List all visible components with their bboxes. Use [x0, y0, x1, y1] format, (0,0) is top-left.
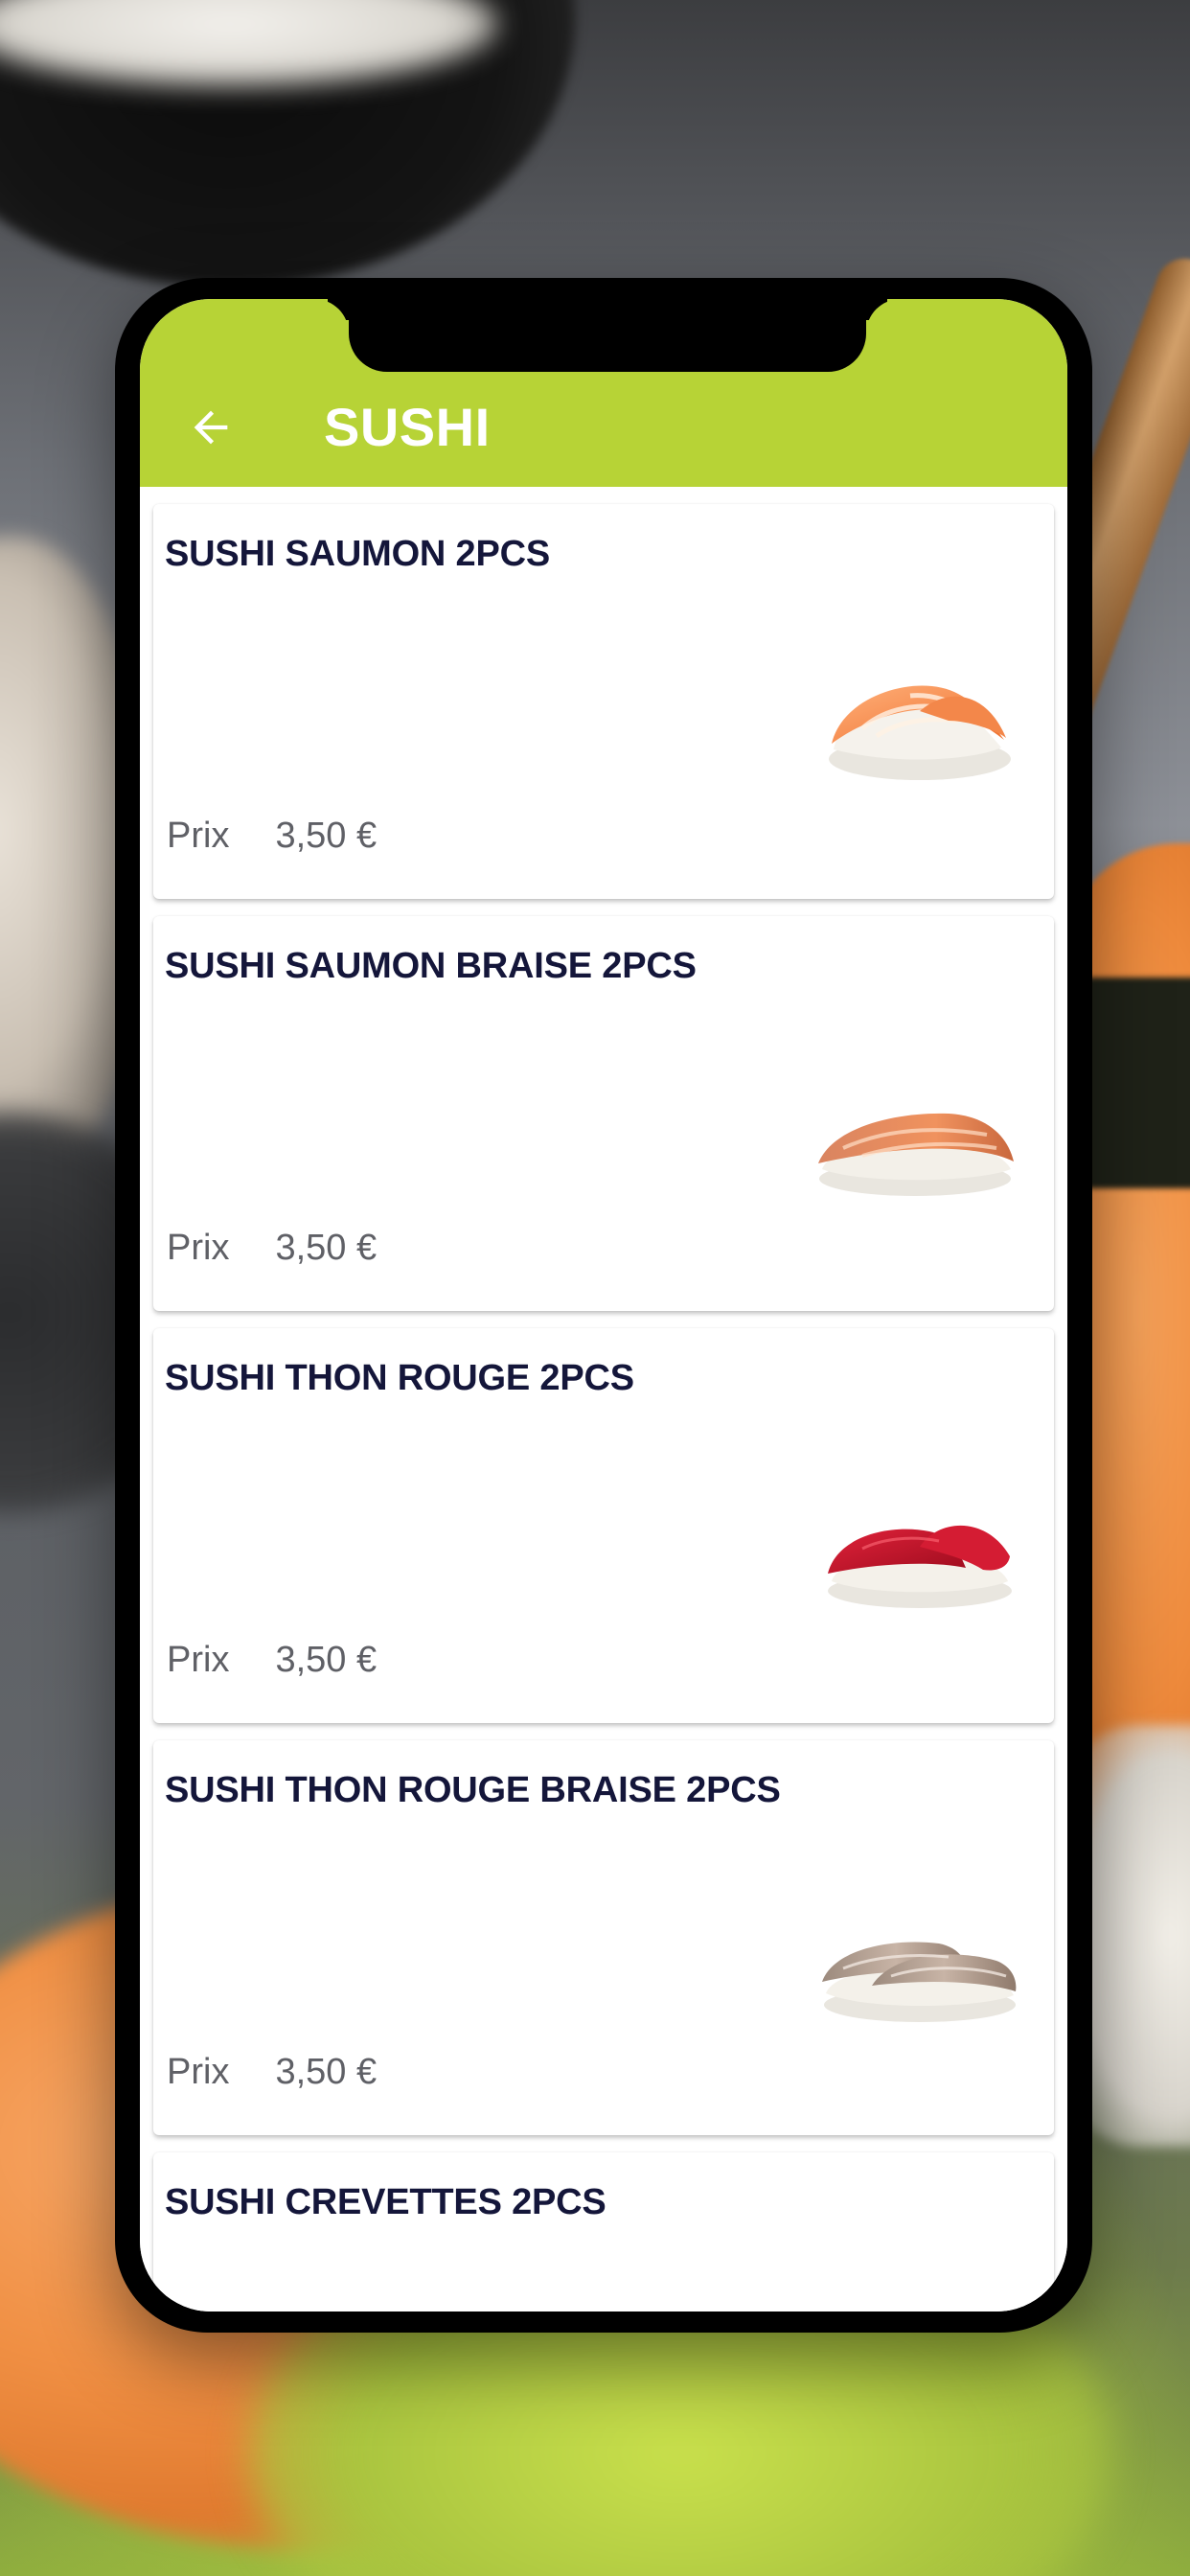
product-name: SUSHI SAUMON BRAISE 2PCS [165, 946, 697, 986]
product-card[interactable]: SUSHI THON ROUGE 2PCS Prix 3,50 € [153, 1328, 1054, 1723]
seared-salmon-nigiri-image [818, 1113, 1014, 1196]
price-row: Prix 3,50 € [167, 1639, 377, 1681]
product-list[interactable]: SUSHI SAUMON 2PCS Prix 3,50 € SUSHI SAUM… [140, 487, 1067, 2312]
red-tuna-nigiri-image [828, 1525, 1012, 1608]
phone-frame: SUSHI SUSHI SAUMON 2PCS Prix 3,50 € SUSH… [115, 278, 1092, 2333]
price-row: Prix 3,50 € [167, 2051, 377, 2093]
page-title: SUSHI [324, 397, 491, 457]
price-value: 3,50 € [275, 1228, 378, 1268]
product-name: SUSHI THON ROUGE 2PCS [165, 1358, 634, 1398]
back-button[interactable] [174, 391, 247, 464]
product-name: SUSHI SAUMON 2PCS [165, 534, 551, 574]
price-row: Prix 3,50 € [167, 1227, 377, 1269]
price-label: Prix [167, 1228, 230, 1268]
product-card[interactable]: SUSHI CREVETTES 2PCS [153, 2152, 1054, 2312]
price-value: 3,50 € [275, 2052, 378, 2092]
product-card[interactable]: SUSHI SAUMON 2PCS Prix 3,50 € [153, 504, 1054, 899]
product-name: SUSHI CREVETTES 2PCS [165, 2182, 606, 2222]
price-row: Prix 3,50 € [167, 815, 377, 857]
phone-screen: SUSHI SUSHI SAUMON 2PCS Prix 3,50 € SUSH… [140, 299, 1067, 2312]
price-value: 3,50 € [275, 1640, 378, 1680]
price-label: Prix [167, 816, 230, 856]
product-card[interactable]: SUSHI THON ROUGE BRAISE 2PCS Prix 3,50 € [153, 1740, 1054, 2135]
product-name: SUSHI THON ROUGE BRAISE 2PCS [165, 1770, 781, 1810]
price-label: Prix [167, 1640, 230, 1680]
price-value: 3,50 € [275, 816, 378, 856]
salmon-nigiri-image [829, 685, 1011, 780]
arrow-left-icon [194, 410, 228, 445]
price-label: Prix [167, 2052, 230, 2092]
phone-notch [349, 299, 866, 372]
seared-tuna-nigiri-image [822, 1942, 1017, 2022]
product-card[interactable]: SUSHI SAUMON BRAISE 2PCS Prix 3,50 € [153, 916, 1054, 1311]
